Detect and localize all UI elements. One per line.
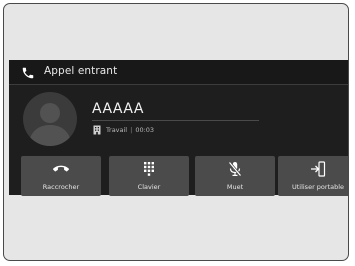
mute-label: Muet (226, 183, 244, 191)
use-phone-button[interactable]: Utiliser portable (278, 156, 348, 196)
display-frame: Appel entrant AAAAA Travail | 00:03 Racc… (3, 3, 349, 261)
mute-button[interactable]: Muet (195, 156, 275, 196)
person-silhouette-icon (28, 103, 72, 146)
transfer-to-phone-icon (311, 161, 326, 177)
mic-muted-icon (228, 161, 242, 177)
hang-up-button[interactable]: Raccrocher (21, 156, 101, 196)
keypad-label: Clavier (137, 183, 161, 191)
call-status-title: Appel entrant (44, 65, 118, 77)
call-duration: 00:03 (135, 126, 155, 134)
meta-separator: | (130, 126, 133, 134)
incoming-call-screen: Appel entrant AAAAA Travail | 00:03 Racc… (9, 60, 348, 196)
call-header: Appel entrant (9, 60, 348, 85)
caller-name: AAAAA (92, 101, 144, 117)
caller-name-divider (92, 120, 259, 121)
caller-meta: Travail | 00:03 (92, 124, 154, 136)
use-phone-label: Utiliser portable (291, 183, 345, 191)
hang-up-icon (53, 165, 69, 172)
work-building-icon (93, 125, 101, 135)
caller-number-type: Travail (106, 126, 128, 134)
keypad-icon (144, 162, 154, 176)
phone-icon (22, 67, 34, 79)
keypad-button[interactable]: Clavier (109, 156, 189, 196)
hang-up-label: Raccrocher (42, 183, 80, 191)
caller-avatar (23, 92, 77, 146)
